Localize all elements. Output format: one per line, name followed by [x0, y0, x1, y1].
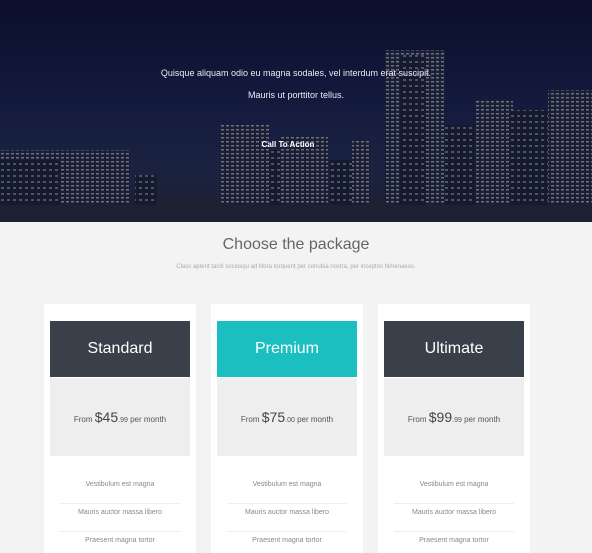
price-box: From $75.00 per month: [217, 378, 357, 456]
price-amount: $75: [261, 409, 286, 425]
feature-item: Mauris auctor massa libero: [60, 504, 180, 532]
price-from-label: From: [407, 415, 427, 424]
price-from-label: From: [73, 415, 93, 424]
city-skyline-image: [0, 50, 592, 222]
plan-name: Standard: [50, 321, 190, 377]
feature-list: Vestibulum est magna Mauris auctor massa…: [394, 476, 514, 553]
pricing-card-ultimate: Ultimate From $99.99 per month Vestibulu…: [378, 304, 530, 553]
price-cents: .99: [452, 417, 462, 424]
feature-item: Praesent magna tortor: [419, 537, 489, 544]
feature-item: Vestibulum est magna: [394, 476, 514, 504]
price-amount: $99: [428, 409, 453, 425]
feature-item: Mauris auctor massa libero: [394, 504, 514, 532]
price-period: per month: [297, 415, 334, 424]
hero-tagline-line2: Mauris ut porttitor tellus.: [247, 90, 345, 100]
feature-item: Praesent magna tortor: [252, 537, 322, 544]
call-to-action-button[interactable]: Call To Action: [246, 135, 330, 155]
price-box: From $45.99 per month: [50, 378, 190, 456]
section-subtitle: Class aptent taciti sociosqu ad litora t…: [176, 264, 416, 270]
feature-item: Praesent magna tortor: [85, 537, 155, 544]
price-period: per month: [464, 415, 501, 424]
plan-name: Premium: [217, 321, 357, 377]
price-amount: $45: [94, 409, 119, 425]
feature-item: Mauris auctor massa libero: [227, 504, 347, 532]
plan-name: Ultimate: [384, 321, 524, 377]
price-from-label: From: [240, 415, 260, 424]
price-period: per month: [130, 415, 167, 424]
section-title: Choose the package: [222, 236, 370, 253]
hero-banner: Quisque aliquam odio eu magna sodales, v…: [0, 0, 592, 222]
price-box: From $99.99 per month: [384, 378, 524, 456]
hero-tagline-line1: Quisque aliquam odio eu magna sodales, v…: [160, 68, 432, 78]
feature-item: Vestibulum est magna: [60, 476, 180, 504]
pricing-card-premium: Premium From $75.00 per month Vestibulum…: [211, 304, 363, 553]
feature-list: Vestibulum est magna Mauris auctor massa…: [60, 476, 180, 553]
feature-list: Vestibulum est magna Mauris auctor massa…: [227, 476, 347, 553]
pricing-card-standard: Standard From $45.99 per month Vestibulu…: [44, 304, 196, 553]
feature-item: Vestibulum est magna: [227, 476, 347, 504]
price-cents: .00: [285, 417, 295, 424]
hero-tagline: Quisque aliquam odio eu magna sodales, v…: [0, 62, 592, 106]
price-cents: .99: [118, 417, 128, 424]
